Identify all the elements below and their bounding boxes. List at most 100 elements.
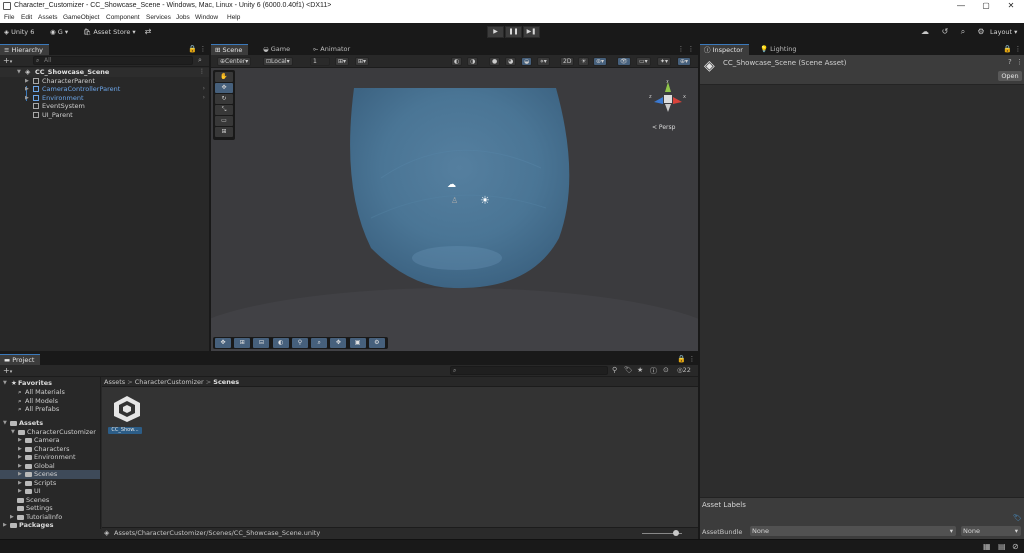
effects-dropdown[interactable]: ⊛▾ <box>593 57 608 66</box>
overlay-settings-icon[interactable]: ⚙ <box>368 338 385 348</box>
hierarchy-item[interactable]: ▶ CharacterParent <box>0 77 209 86</box>
gizmo-x-axis[interactable] <box>673 97 682 104</box>
folder-row-selected[interactable]: ▶ Scenes <box>0 470 100 479</box>
visibility-toggle-button[interactable]: 👁 <box>617 57 631 66</box>
hierarchy-item[interactable]: EventSystem <box>0 102 209 111</box>
folder-row[interactable]: ▶ Scripts <box>0 479 100 488</box>
pause-button[interactable]: ❚❚ <box>505 26 522 38</box>
lock-icon[interactable]: 🔒 <box>188 44 197 54</box>
play-button[interactable]: ▶ <box>487 26 504 38</box>
scene-asset-tile[interactable]: CC_Show... <box>108 393 142 437</box>
search-filter-icon[interactable]: ⌕ <box>198 56 202 65</box>
help-icon[interactable]: ? <box>1008 58 1012 66</box>
more-options-icon[interactable]: ⋮ <box>687 44 695 54</box>
progress-indicator-icon[interactable]: ▦ <box>983 542 991 551</box>
draw-mode-dropdown[interactable]: ⋄▾ <box>537 57 550 66</box>
grid-size-field[interactable]: 1 <box>310 57 330 66</box>
cloud-icon[interactable]: ☁ <box>920 27 930 37</box>
move-tool-icon[interactable]: ✥ <box>215 83 233 93</box>
menu-edit[interactable]: Edit <box>21 14 32 21</box>
assetbundle-variant-dropdown[interactable]: None ▾ <box>961 526 1021 536</box>
lock-icon[interactable]: 🔒 <box>1003 44 1012 54</box>
tools-dropdown[interactable]: ✦▾ <box>657 57 672 66</box>
orientation-gizmo[interactable]: y x z <box>648 80 688 122</box>
shading-unlit-button[interactable]: ◕ <box>505 57 517 66</box>
assetbundle-dropdown[interactable]: None ▾ <box>750 526 956 536</box>
unity-account-button[interactable]: ◈ Unity 6 <box>4 26 34 38</box>
tab-project[interactable]: ▬ Project <box>0 354 41 365</box>
cache-server-icon[interactable]: ▤ <box>998 542 1006 551</box>
breadcrumb-assets[interactable]: Assets <box>104 378 125 386</box>
folder-row[interactable]: ▼ CharacterCustomizer <box>0 428 100 437</box>
tab-lighting[interactable]: 💡 Lighting <box>756 44 802 55</box>
more-options-icon[interactable]: ⋮ <box>1016 58 1023 66</box>
search-by-type-icon[interactable]: ⚲ <box>612 366 617 374</box>
history-icon[interactable]: ↺ <box>940 27 950 37</box>
hidden-packages-icon[interactable]: ⊙ <box>663 366 669 374</box>
folder-row[interactable]: ▶ Camera <box>0 436 100 445</box>
step-button[interactable]: ▶❚ <box>523 26 540 38</box>
hierarchy-item[interactable]: ▶ Environment › <box>0 94 209 103</box>
zoom-slider-handle[interactable] <box>673 530 679 536</box>
tab-game[interactable]: ◒ Game <box>259 44 296 55</box>
grid-snap-dropdown[interactable]: ⊞▾ <box>335 57 350 66</box>
overlay-rect-icon[interactable]: ⊞ <box>234 338 251 348</box>
shading-textured-button[interactable]: ◒ <box>521 57 533 66</box>
label-tag-icon[interactable]: 🏷 <box>1013 514 1022 522</box>
add-dropdown-button[interactable]: +▾ <box>3 56 12 65</box>
transform-tool-icon[interactable]: ⊞ <box>215 127 233 137</box>
lock-icon[interactable]: 🔒 <box>677 354 686 364</box>
pivot-dropdown[interactable]: ⊕Center▾ <box>217 57 252 66</box>
debug-mode-icon[interactable]: ⊘ <box>1012 542 1019 551</box>
favorite-item[interactable]: ⌕ All Materials <box>0 388 100 397</box>
close-button[interactable]: ✕ <box>999 0 1023 12</box>
menu-component[interactable]: Component <box>106 14 140 21</box>
version-control-icon[interactable]: ⇄ <box>143 27 153 37</box>
settings-icon[interactable]: ⚙ <box>976 27 986 37</box>
menu-services[interactable]: Services <box>146 14 171 21</box>
overlay-rotate-icon[interactable]: ◐ <box>272 338 289 348</box>
tab-scene[interactable]: ⊞ Scene <box>211 44 249 55</box>
menu-jobs[interactable]: Jobs <box>176 14 190 21</box>
menu-assets[interactable]: Assets <box>38 14 58 21</box>
chevron-right-icon[interactable]: › <box>203 94 205 103</box>
chevron-right-icon[interactable]: › <box>203 85 205 94</box>
menu-gameobject[interactable]: GameObject <box>63 14 100 21</box>
info-icon[interactable]: ⓘ <box>650 366 657 376</box>
visibility-count[interactable]: ◎22 <box>677 366 691 374</box>
hierarchy-item[interactable]: UI_Parent <box>0 111 209 120</box>
asset-store-button[interactable]: 🛍 Asset Store ▾ <box>83 26 136 38</box>
camera-dropdown[interactable]: ▭▾ <box>636 57 651 66</box>
projection-toggle[interactable]: < Persp <box>652 124 675 131</box>
favorite-item[interactable]: ⌕ All Prefabs <box>0 405 100 414</box>
tab-inspector[interactable]: ⓘ Inspector <box>700 44 749 55</box>
rect-tool-icon[interactable]: ▭ <box>215 116 233 126</box>
more-options-icon[interactable]: ⋮ <box>199 68 205 77</box>
folder-row[interactable]: ▶ Environment <box>0 453 100 462</box>
open-button[interactable]: Open <box>998 71 1022 81</box>
packages-root-row[interactable]: ▶ Packages <box>0 521 100 530</box>
create-dropdown-button[interactable]: +▾ <box>3 366 12 375</box>
snap-increment-dropdown[interactable]: ⊞▾ <box>355 57 370 66</box>
project-search-input[interactable]: ⌕ <box>450 366 608 375</box>
folder-row[interactable]: Scenes <box>0 496 100 505</box>
menu-window[interactable]: Window <box>195 14 218 21</box>
toggle-2d-button[interactable]: 2D <box>560 57 575 66</box>
menu-help[interactable]: Help <box>227 14 240 21</box>
tab-animator[interactable]: ⟜ Animator <box>309 44 356 55</box>
folder-row[interactable]: ▶ UI <box>0 487 100 496</box>
scale-tool-icon[interactable]: ⤡ <box>215 105 233 115</box>
overlay-move-icon[interactable]: ✥ <box>215 338 231 348</box>
assets-root-row[interactable]: ▼ Assets <box>0 419 100 428</box>
overlay-grid-icon[interactable]: ⊟ <box>253 338 270 348</box>
account-dropdown[interactable]: ◉ G ▾ <box>50 26 68 38</box>
directional-light-icon[interactable]: ☀ <box>480 194 490 207</box>
space-dropdown[interactable]: ⊡Local▾ <box>263 57 293 66</box>
more-options-icon[interactable]: ⋮ <box>688 354 696 364</box>
shading-wireframe-button[interactable]: ◑ <box>467 57 479 66</box>
layout-dropdown[interactable]: Layout ▾ <box>986 26 1021 38</box>
more-options-icon[interactable]: ⋮ <box>199 44 207 54</box>
scene-viewport[interactable]: ☁ ♙ ☀ ✋ ✥ ↻ ⤡ ▭ ⊞ y x z < Persp ✥ ⊞ ⊟ ◐ … <box>211 68 698 351</box>
breadcrumb-charactercustomizer[interactable]: CharacterCustomizer <box>135 378 204 386</box>
more-options-icon[interactable]: ⋮ <box>1014 44 1022 54</box>
